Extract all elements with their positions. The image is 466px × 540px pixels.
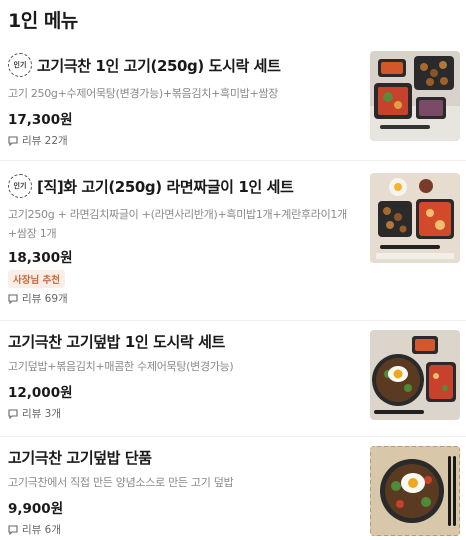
popular-badge: 인기: [8, 53, 32, 77]
menu-item[interactable]: 고기극찬 고기덮밥 단품 고기극찬에서 직접 만든 양념소스로 만든 고기 덮밥…: [0, 436, 466, 540]
review-count: 리뷰 6개: [22, 524, 61, 536]
ramen-jjageuri-set-photo: [370, 173, 460, 263]
item-price: 12,000원: [8, 385, 73, 401]
rice-bowl-single-photo: [370, 446, 460, 536]
item-name: 고기극찬 고기덮밥 단품: [8, 449, 152, 467]
section-title: 1인 메뉴: [8, 10, 78, 32]
item-description: 고기250g + 라면김치짜글이 +(라면사리반개)+흑미밥1개+계란후라이1개…: [8, 208, 347, 240]
owner-pick-badge: 사장님 추천: [8, 270, 66, 288]
lunchbox-set-photo: [370, 51, 460, 141]
review-icon: [8, 408, 18, 419]
review-count: 리뷰 22개: [22, 135, 68, 147]
item-name: [직]화 고기(250g) 라면짜글이 1인 세트: [37, 177, 294, 196]
item-price: 9,900원: [8, 501, 64, 517]
item-price: 17,300원: [8, 112, 73, 128]
review-count: 리뷰 3개: [22, 408, 61, 420]
review-icon: [8, 293, 18, 304]
review-icon: [8, 524, 18, 535]
review-icon: [8, 135, 18, 146]
item-price: 18,300원: [8, 250, 73, 266]
item-description: 고기 250g+수제어묵탕(변경가능)+볶음김치+흑미밥+쌈장: [8, 87, 279, 100]
review-count: 리뷰 69개: [22, 293, 68, 305]
item-name: 고기극찬 고기덮밥 1인 도시락 세트: [8, 333, 225, 351]
menu-item[interactable]: 인기 고기극찬 1인 고기(250g) 도시락 세트 고기 250g+수제어묵탕…: [0, 38, 466, 161]
menu-item[interactable]: 고기극찬 고기덮밥 1인 도시락 세트 고기덮밥+볶음김치+매콤한 수제어묵탕(…: [0, 320, 466, 437]
menu-item[interactable]: 인기 [직]화 고기(250g) 라면짜글이 1인 세트 고기250g + 라면…: [0, 160, 466, 321]
rice-bowl-set-photo: [370, 330, 460, 420]
item-name: 고기극찬 1인 고기(250g) 도시락 세트: [37, 56, 281, 75]
popular-badge: 인기: [8, 174, 32, 198]
item-description: 고기덮밥+볶음김치+매콤한 수제어묵탕(변경가능): [8, 360, 234, 373]
item-description: 고기극찬에서 직접 만든 양념소스로 만든 고기 덮밥: [8, 476, 234, 489]
